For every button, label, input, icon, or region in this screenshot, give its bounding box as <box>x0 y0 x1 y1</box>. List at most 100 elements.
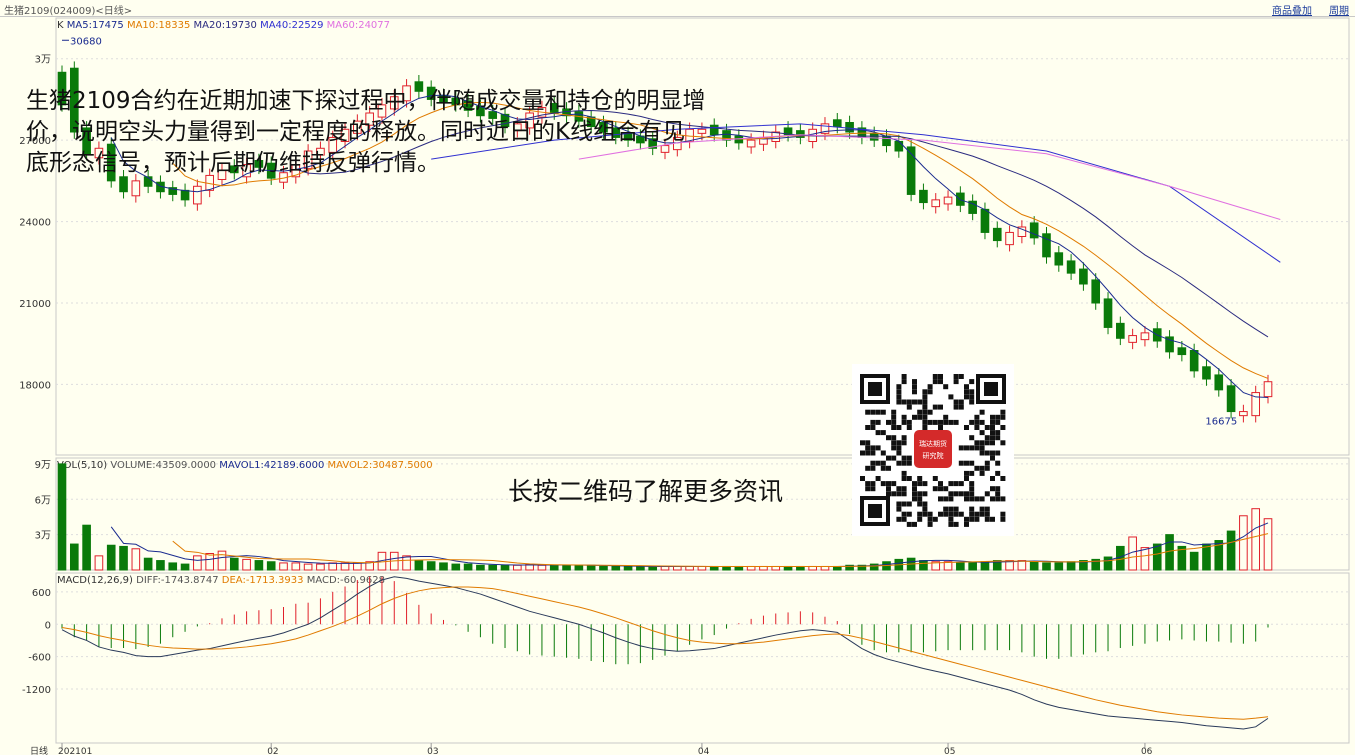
qr-module <box>953 506 959 512</box>
qr-module <box>896 384 902 390</box>
qr-module <box>984 511 990 517</box>
volume-bar <box>1066 561 1076 571</box>
qr-module <box>860 476 865 481</box>
qr-module <box>880 430 886 436</box>
qr-module <box>979 450 985 456</box>
qr-module <box>906 425 912 430</box>
qr-module <box>995 414 1001 420</box>
volume-bar <box>1165 534 1174 571</box>
volume-bar <box>759 565 768 571</box>
qr-module <box>953 481 959 487</box>
qr-module <box>912 521 917 527</box>
qr-module <box>886 491 891 497</box>
candle <box>1128 335 1137 343</box>
qr-module <box>974 425 980 430</box>
volume-bar <box>980 561 990 571</box>
qr-module <box>870 486 876 492</box>
qr-module <box>984 450 990 456</box>
qr-module <box>948 419 954 425</box>
qr-module <box>880 465 886 471</box>
volume-bar <box>562 564 571 571</box>
qr-module <box>922 414 928 420</box>
qr-module <box>912 389 917 395</box>
qr-module <box>964 470 969 476</box>
qr-module <box>979 465 985 471</box>
qr-module <box>886 455 891 461</box>
volume-bar <box>168 562 178 571</box>
qr-module <box>891 455 897 461</box>
qr-code[interactable]: 瑞达期货 研究院 <box>852 364 1014 536</box>
volume-bar <box>697 565 707 571</box>
volume-bar <box>303 563 313 571</box>
volume-bar <box>402 555 411 571</box>
qr-module <box>870 409 876 415</box>
volume-bar <box>291 562 301 571</box>
candle <box>1103 298 1113 328</box>
qr-module <box>948 491 954 497</box>
qr-module <box>927 384 933 390</box>
volume-bar <box>1226 530 1236 571</box>
qr-module <box>984 460 990 466</box>
candle <box>1177 347 1187 356</box>
qr-module <box>901 419 907 425</box>
indicator-legend: MACD(12,26,9) DIFF:-1743.8747 DEA:-1713.… <box>57 575 385 586</box>
volume-bar <box>242 558 251 571</box>
qr-module <box>938 374 943 379</box>
qr-module <box>870 445 876 451</box>
qr-module <box>865 450 871 456</box>
qr-module <box>984 425 990 430</box>
qr-module <box>969 486 975 492</box>
volume-bar <box>266 561 276 571</box>
qr-module <box>938 486 943 492</box>
volume-bar <box>156 560 165 571</box>
qr-module <box>932 486 938 492</box>
time-tick-label: 202101 <box>58 747 92 755</box>
qr-module <box>990 435 995 441</box>
qr-module <box>922 481 928 487</box>
qr-module <box>896 491 902 497</box>
qr-module <box>880 409 886 415</box>
commentary-line: 底形态信号，预计后期仍维持反弹行情。 <box>26 150 440 176</box>
qr-module <box>896 450 902 456</box>
qr-module <box>1000 476 1006 481</box>
qr-module <box>891 481 897 487</box>
qr-module <box>943 511 949 517</box>
volume-bar <box>636 565 645 571</box>
volume-bar <box>537 564 547 571</box>
volume-bar <box>488 564 498 571</box>
volume-bar <box>722 565 731 571</box>
qr-module <box>974 419 980 425</box>
qr-module <box>886 465 891 471</box>
qr-module <box>891 435 897 441</box>
volume-bar <box>746 565 756 571</box>
qr-module <box>922 425 928 430</box>
qr-module <box>922 404 928 410</box>
qr-module <box>938 404 943 410</box>
volume-bar <box>796 565 805 571</box>
candle <box>980 208 990 233</box>
qr-module <box>917 496 923 502</box>
qr-module <box>875 430 881 436</box>
volume-bar <box>94 555 104 571</box>
qr-module <box>865 486 871 492</box>
qr-module <box>984 516 990 522</box>
qr-module <box>953 491 959 497</box>
macd-tick-label: 0 <box>45 620 51 631</box>
volume-bar <box>1140 547 1150 571</box>
qr-module <box>901 414 907 420</box>
qr-module <box>979 506 985 512</box>
candle <box>956 192 965 206</box>
qr-module <box>896 399 902 405</box>
volume-bar <box>1263 518 1273 571</box>
qr-badge-line: 研究院 <box>923 451 944 460</box>
candle <box>1042 233 1051 258</box>
qr-module <box>958 491 964 497</box>
qr-module <box>1000 516 1006 522</box>
volume-bar <box>106 544 116 571</box>
qr-module <box>875 460 881 466</box>
qr-module <box>922 511 928 517</box>
qr-module <box>984 491 990 497</box>
candle <box>1066 260 1076 274</box>
qr-module <box>964 516 969 522</box>
qr-module <box>901 374 907 379</box>
